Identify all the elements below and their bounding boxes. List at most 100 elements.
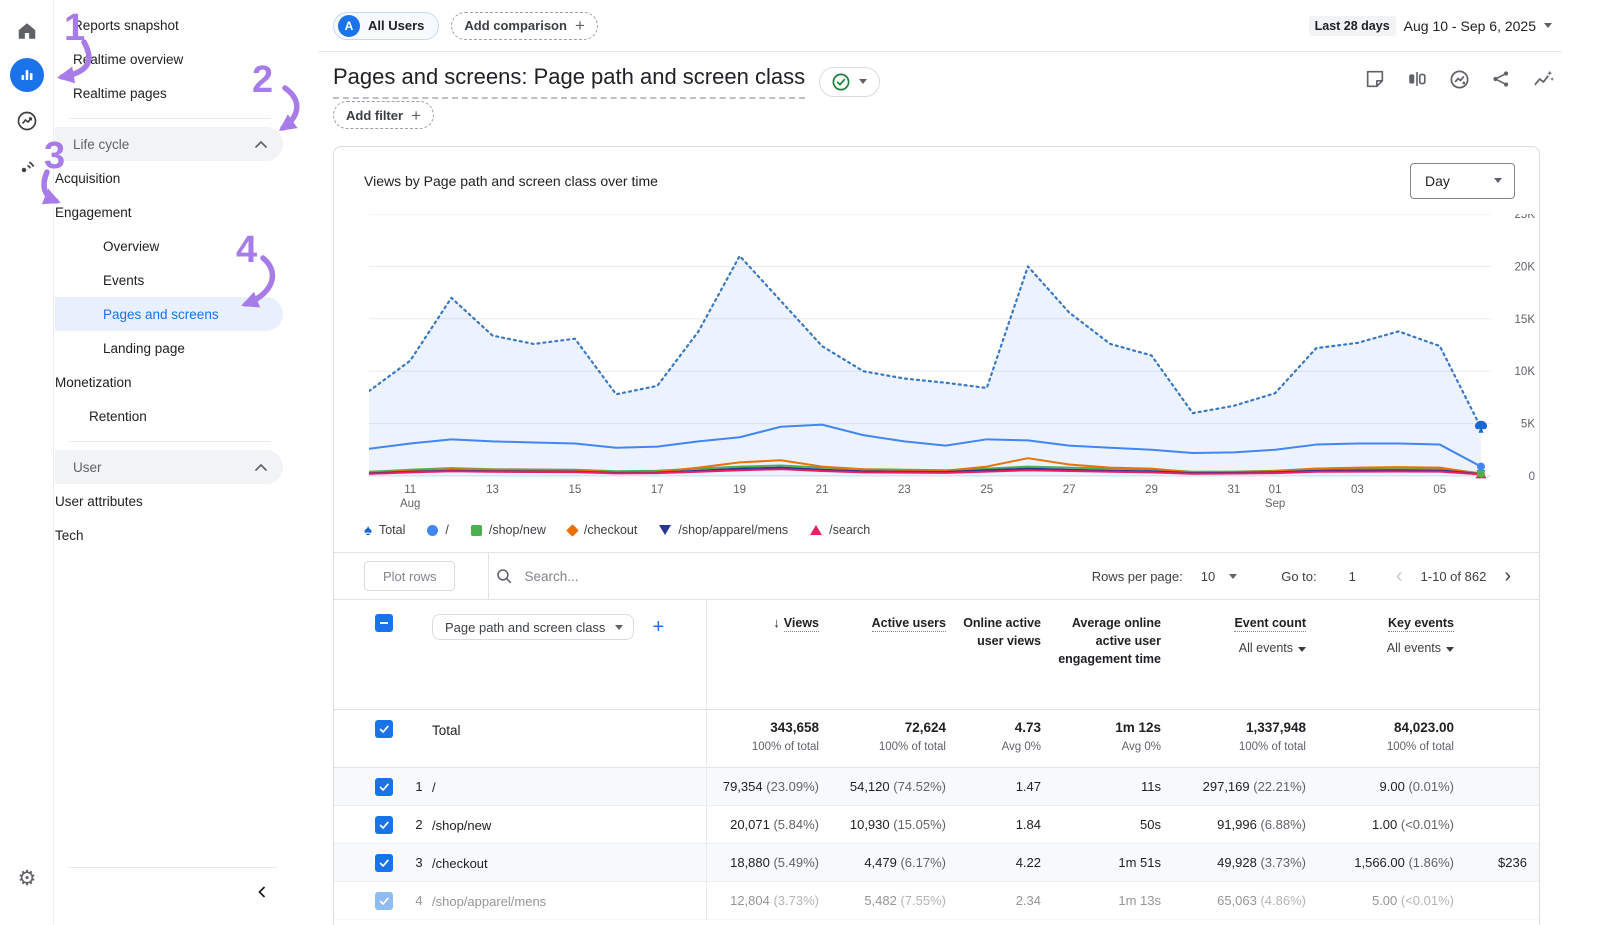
chevron-up-icon[interactable]: [255, 464, 267, 471]
next-page-icon[interactable]: ›: [1500, 566, 1515, 586]
compare-icon[interactable]: [1404, 66, 1430, 92]
reports-sidebar: Reports snapshot Realtime overview Realtim…: [55, 0, 285, 925]
goto-page-input[interactable]: 1: [1349, 569, 1356, 584]
square-marker-icon: [471, 525, 482, 536]
select-all-checkbox[interactable]: [375, 614, 393, 632]
table-row-shop-new[interactable]: 2/shop/new20,071 (5.84%)10,930 (15.05%)1…: [334, 806, 1539, 844]
svg-text:05: 05: [1433, 484, 1446, 496]
collapse-sidebar-icon[interactable]: [255, 885, 269, 899]
event-filter-dropdown[interactable]: All events: [1306, 639, 1454, 657]
total-metric-value: 1,337,948100% of total: [1161, 720, 1306, 767]
clipped-revenue-cell: $236: [1454, 855, 1540, 870]
svg-text:13: 13: [486, 484, 499, 496]
dimension-header-cell: Page path and screen class +: [432, 614, 706, 709]
sidebar-item-user[interactable]: User: [55, 450, 283, 484]
all-users-chip[interactable]: A All Users: [333, 12, 439, 40]
triangle-down-marker-icon: [659, 525, 671, 535]
sidebar-item-landing-page[interactable]: Landing page: [55, 331, 285, 365]
total-metric-value: 72,624100% of total: [819, 720, 946, 767]
search-input[interactable]: [524, 569, 744, 584]
chevron-down-icon[interactable]: [1229, 574, 1237, 579]
sidebar-item-retention[interactable]: Retention: [55, 399, 285, 433]
metric-value-cell: 1.00 (<0.01%): [1306, 817, 1454, 832]
sidebar-item-overview[interactable]: Overview: [55, 229, 285, 263]
advertising-nav-icon[interactable]: [9, 149, 45, 185]
sidebar-item-realtime-overview[interactable]: Realtime overview: [55, 42, 285, 76]
row-checkbox[interactable]: [375, 778, 393, 796]
table-body: Total343,658100% of total72,624100% of t…: [334, 710, 1539, 920]
legend-item-: /: [427, 523, 448, 537]
explore-nav-icon[interactable]: [9, 103, 45, 139]
column-header-average-online-active-user-engagement-time[interactable]: Average online active user engagement ti…: [1041, 614, 1161, 709]
sidebar-item-events[interactable]: Events: [55, 263, 285, 297]
previous-page-icon[interactable]: ‹: [1392, 566, 1407, 586]
reports-nav-icon[interactable]: [9, 57, 45, 93]
table-row-[interactable]: 1/79,354 (23.09%)54,120 (74.52%)1.4711s2…: [334, 768, 1539, 806]
add-comparison-label: Add comparison: [464, 18, 567, 33]
legend-item-total: ♠Total: [364, 523, 405, 538]
row-checkbox[interactable]: [375, 854, 393, 872]
chevron-down-icon: [1544, 23, 1552, 28]
sidebar-item-engagement[interactable]: Engagement: [55, 195, 285, 229]
svg-text:Aug: Aug: [400, 498, 420, 510]
sidebar-item-tech[interactable]: Tech: [55, 518, 285, 552]
chevron-down-icon: [615, 625, 623, 630]
plot-rows-button[interactable]: Plot rows: [364, 561, 455, 591]
add-dimension-icon[interactable]: +: [652, 614, 664, 640]
column-header-key-events[interactable]: Key eventsAll events: [1306, 614, 1454, 709]
sidebar-item-label: Realtime overview: [73, 52, 183, 67]
home-icon[interactable]: [9, 13, 45, 49]
row-checkbox[interactable]: [375, 816, 393, 834]
chevron-up-icon[interactable]: [255, 141, 267, 148]
sidebar-item-monetization[interactable]: Monetization: [55, 365, 285, 399]
svg-text:03: 03: [1351, 484, 1364, 496]
table-row-checkout[interactable]: 3/checkout18,880 (5.49%)4,479 (6.17%)4.2…: [334, 844, 1539, 882]
report-status-pill[interactable]: [819, 67, 880, 97]
metric-value-cell: 9.00 (0.01%): [1306, 779, 1454, 794]
notes-icon[interactable]: [1362, 66, 1388, 92]
legend-label: /search: [829, 523, 870, 537]
column-header-views[interactable]: ↓Views: [706, 614, 819, 709]
sidebar-item-life-cycle[interactable]: Life cycle: [55, 127, 283, 161]
rows-per-page-label: Rows per page:: [1092, 569, 1183, 584]
sidebar-item-label: Engagement: [55, 205, 132, 220]
sidebar-item-reports-snapshot[interactable]: Reports snapshot: [55, 8, 285, 42]
sidebar-item-label: Pages and screens: [103, 307, 219, 322]
goto-label: Go to:: [1281, 569, 1316, 584]
table-column-divider: [706, 600, 707, 920]
sidebar-item-realtime-pages[interactable]: Realtime pages: [55, 76, 285, 110]
metric-value-cell: 1.84: [946, 817, 1041, 832]
granularity-select[interactable]: Day: [1410, 163, 1515, 199]
column-header-online-active-user-views[interactable]: Online active user views: [946, 614, 1041, 709]
sidebar-item-pages-and-screens[interactable]: Pages and screens: [55, 297, 283, 331]
page-title: Pages and screens: Page path and screen …: [333, 64, 805, 99]
dimension-dropdown[interactable]: Page path and screen class: [432, 614, 634, 640]
settings-gear-icon[interactable]: ⚙: [18, 868, 37, 889]
rows-per-page-value[interactable]: 10: [1201, 569, 1215, 584]
page-path-cell: /: [432, 778, 706, 795]
sidebar-item-user-attributes[interactable]: User attributes: [55, 484, 285, 518]
event-filter-dropdown[interactable]: All events: [1161, 639, 1306, 657]
sidebar-item-label: Tech: [55, 528, 84, 543]
column-header-active-users[interactable]: Active users: [819, 614, 946, 709]
column-header-event-count[interactable]: Event countAll events: [1161, 614, 1306, 709]
table-row-shop-apparel-mens[interactable]: 4/shop/apparel/mens12,804 (3.73%)5,482 (…: [334, 882, 1539, 920]
add-filter-chip[interactable]: Add filter +: [333, 101, 434, 129]
views-chart-svg: 05K10K15K20K25K11Aug13151719212325272931…: [369, 214, 1540, 512]
add-comparison-chip[interactable]: Add comparison +: [451, 12, 598, 40]
row-checkbox[interactable]: [375, 720, 393, 738]
legend-item-search: /search: [810, 523, 870, 537]
row-checkbox[interactable]: [375, 892, 393, 910]
svg-text:Sep: Sep: [1265, 498, 1285, 510]
reports-active-badge: [10, 58, 44, 92]
sidebar-item-label: Realtime pages: [73, 86, 167, 101]
date-range-picker[interactable]: Last 28 days Aug 10 - Sep 6, 2025: [1309, 16, 1552, 36]
share-icon[interactable]: [1488, 66, 1514, 92]
row-number: 3: [406, 855, 432, 870]
sidebar-item-acquisition[interactable]: Acquisition: [55, 161, 285, 195]
legend-item-shop-apparel-mens: /shop/apparel/mens: [659, 523, 788, 537]
insights-icon[interactable]: [1530, 66, 1556, 92]
svg-text:29: 29: [1145, 484, 1158, 496]
metric-value-cell: 5,482 (7.55%): [819, 893, 946, 908]
explore-icon[interactable]: [1446, 66, 1472, 92]
